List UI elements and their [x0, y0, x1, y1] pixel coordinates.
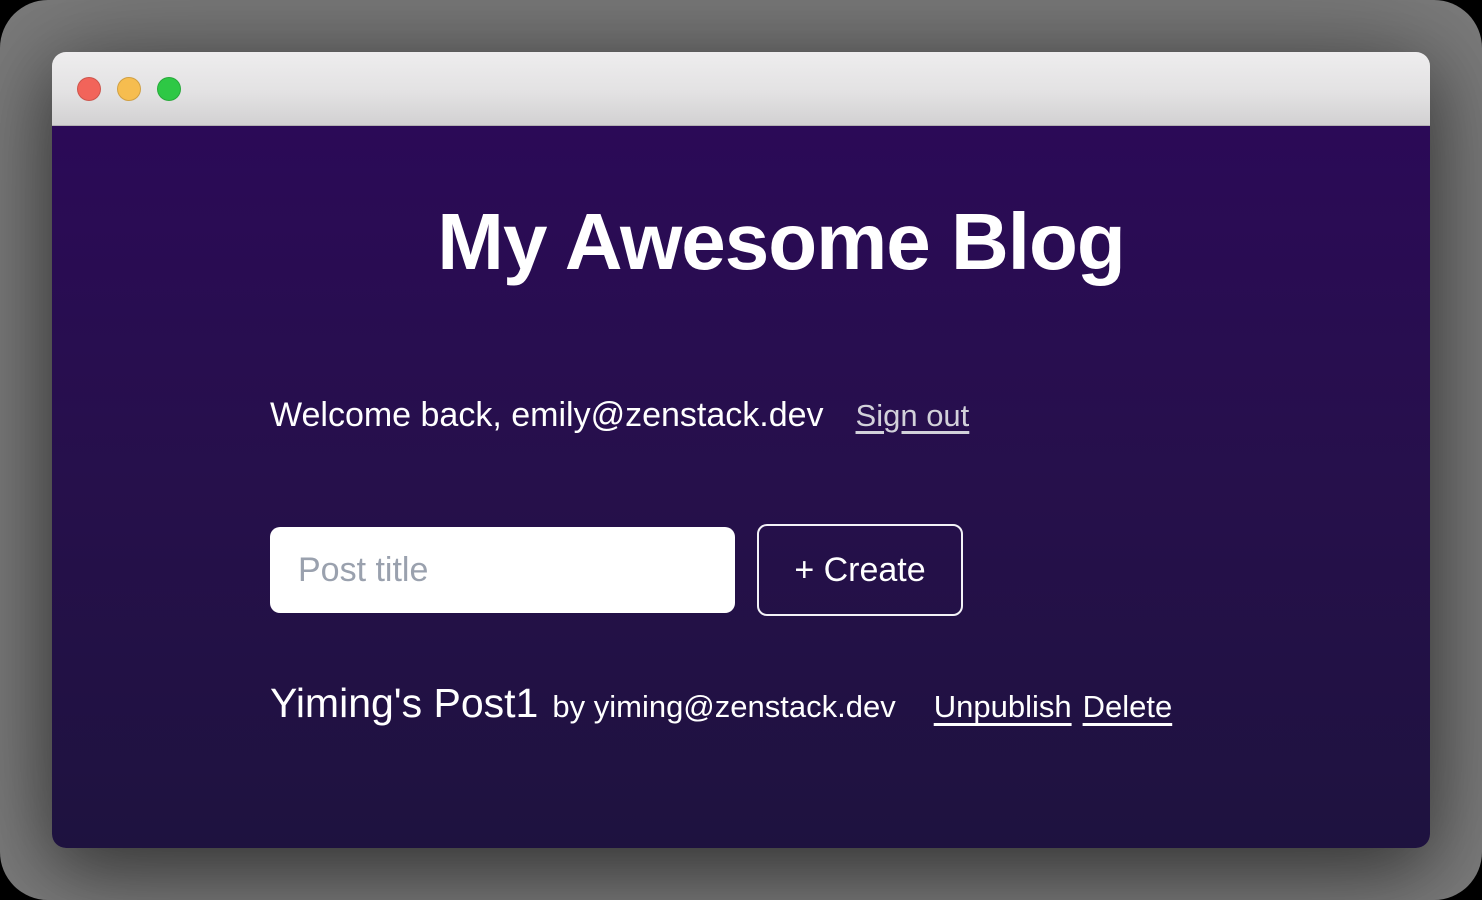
app-window: My Awesome Blog Welcome back, emily@zens…	[52, 52, 1430, 848]
content-container: My Awesome Blog Welcome back, emily@zens…	[270, 194, 1292, 727]
close-window-button[interactable]	[77, 77, 101, 101]
user-bar: Welcome back, emily@zenstack.dev Sign ou…	[270, 396, 1292, 435]
create-post-button[interactable]: + Create	[757, 524, 963, 616]
create-post-form: + Create	[270, 524, 1292, 616]
desktop-background: My Awesome Blog Welcome back, emily@zens…	[0, 0, 1482, 900]
sign-out-link[interactable]: Sign out	[856, 398, 970, 434]
unpublish-post-link[interactable]: Unpublish	[934, 689, 1072, 725]
traffic-light-buttons	[77, 77, 181, 101]
page-content: My Awesome Blog Welcome back, emily@zens…	[52, 126, 1430, 848]
welcome-message: Welcome back, emily@zenstack.dev	[270, 396, 824, 435]
delete-post-link[interactable]: Delete	[1083, 689, 1173, 725]
window-titlebar[interactable]	[52, 52, 1430, 126]
post-author-text: by yiming@zenstack.dev	[552, 689, 895, 725]
post-title-text: Yiming's Post1	[270, 680, 538, 727]
page-title: My Awesome Blog	[270, 194, 1292, 290]
zoom-window-button[interactable]	[157, 77, 181, 101]
post-list-item: Yiming's Post1 by yiming@zenstack.dev Un…	[270, 680, 1292, 727]
post-title-input[interactable]	[270, 527, 735, 613]
minimize-window-button[interactable]	[117, 77, 141, 101]
